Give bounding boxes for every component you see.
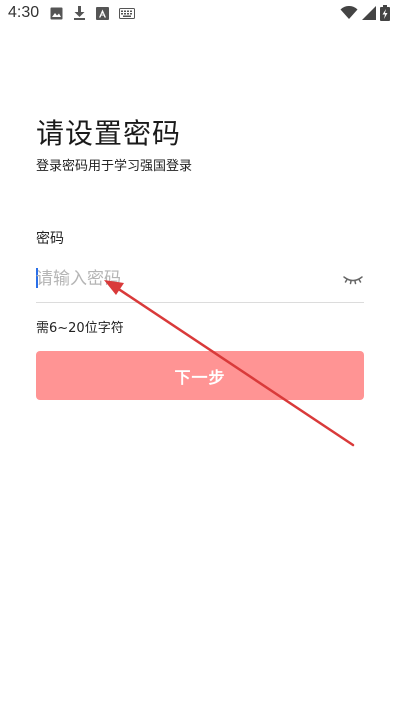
eye-closed-icon[interactable]: [342, 270, 364, 288]
status-time: 4:30: [8, 4, 40, 21]
download-icon: [74, 6, 85, 20]
password-field-row: [36, 258, 364, 303]
password-input[interactable]: [36, 264, 326, 294]
password-label: 密码: [36, 231, 64, 247]
font-a-icon: [96, 6, 109, 20]
next-button[interactable]: 下一步: [36, 351, 364, 400]
status-icons-left: [50, 6, 135, 20]
page-subtitle: 登录密码用于学习强国登录: [36, 159, 193, 174]
keyboard-icon: [119, 7, 135, 19]
password-hint: 需6~20位字符: [36, 321, 124, 336]
page-title: 请设置密码: [36, 117, 182, 150]
signal-icon: [362, 6, 376, 20]
image-icon: [50, 7, 63, 19]
status-bar: 4:30: [0, 0, 400, 28]
status-icons-right: [340, 5, 390, 21]
wifi-icon: [340, 6, 358, 19]
battery-charging-icon: [380, 5, 390, 21]
